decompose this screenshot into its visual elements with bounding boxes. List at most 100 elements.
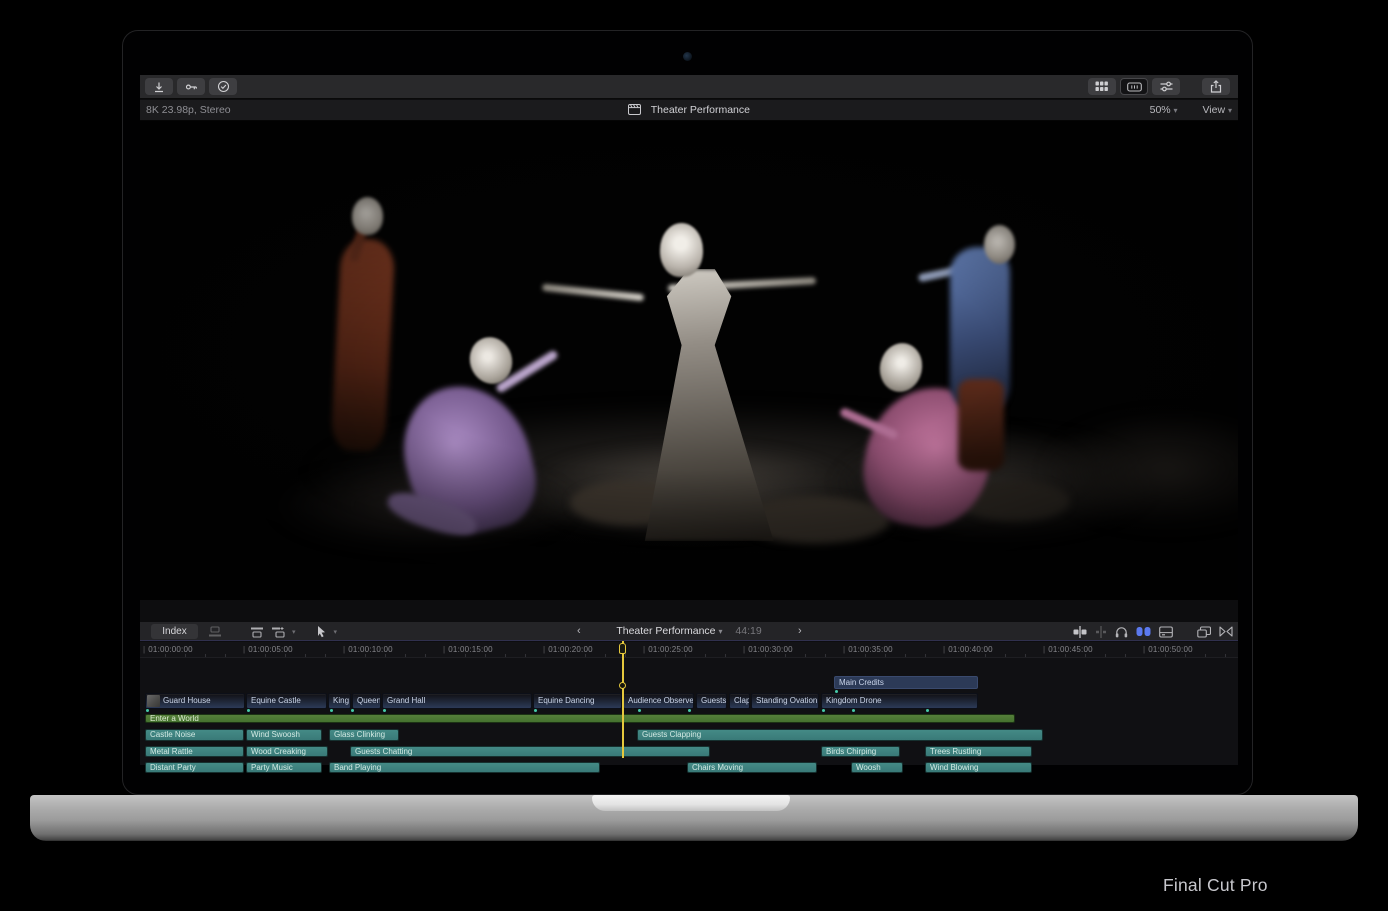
timeline-clip[interactable]: Birds Chirping <box>821 746 900 757</box>
product-caption: Final Cut Pro <box>1163 875 1268 896</box>
timeline-clip[interactable]: Wind Swoosh <box>246 729 322 741</box>
share-button[interactable] <box>1202 78 1230 95</box>
ruler-minor-tick <box>525 654 526 657</box>
playhead[interactable] <box>622 641 624 758</box>
timeline-clip[interactable]: Queen <box>352 693 381 709</box>
ruler-minor-tick <box>425 654 426 657</box>
chevron-down-icon: ▾ <box>1228 106 1232 115</box>
ruler-tick-label: |01:00:10:00 <box>343 645 393 654</box>
timeline-clip[interactable]: King <box>328 693 351 709</box>
clip-appearance-icon[interactable] <box>1159 626 1173 638</box>
timeline-clip[interactable]: Chairs Moving <box>687 762 817 773</box>
timeline-clip[interactable]: Guests Chatting <box>350 746 710 757</box>
viewer-info-bar: 8K 23.98p, Stereo Theater Performance 50… <box>140 100 1238 121</box>
timeline-windows-icon[interactable] <box>1197 626 1211 638</box>
chevron-down-icon: ▾ <box>1174 106 1178 115</box>
clip-connection-dot <box>926 709 929 712</box>
clip-connection-dot <box>835 690 838 693</box>
ruler-minor-tick <box>625 654 626 657</box>
import-media-icon <box>153 81 165 93</box>
clip-connection-dot <box>688 709 691 712</box>
ruler-minor-tick <box>205 654 206 657</box>
skimming-icon[interactable] <box>1073 626 1087 638</box>
timeline-clip[interactable]: Band Playing <box>329 762 600 773</box>
clapperboard-icon <box>628 104 641 115</box>
timeline-clip[interactable]: Distant Party <box>145 762 244 773</box>
background-tasks-button[interactable] <box>209 78 237 95</box>
project-duration: 44:19 <box>735 625 761 637</box>
timeline-clip[interactable]: Audience Observe <box>623 693 694 709</box>
playhead-storyline-node[interactable] <box>619 682 626 689</box>
zoom-level-dropdown[interactable]: 50% ▾ <box>1150 104 1178 116</box>
ruler-minor-tick <box>785 654 786 657</box>
timeline-clip[interactable]: Equine Dancing <box>533 693 622 709</box>
timeline-clip[interactable]: Castle Noise <box>145 729 244 741</box>
clip-connection-dot <box>146 709 149 712</box>
snapping-icon[interactable] <box>1136 626 1151 637</box>
webcam-icon <box>683 52 692 61</box>
trim-icon[interactable] <box>1219 626 1233 637</box>
ruler-tick-label: |01:00:05:00 <box>243 645 293 654</box>
ruler-minor-tick <box>1025 654 1026 657</box>
timeline-clip[interactable]: Grand Hall <box>382 693 532 709</box>
timeline-clip[interactable]: Clap <box>729 693 750 709</box>
browser-filmstrip-icon <box>1127 82 1142 92</box>
ruler-tick-label: |01:00:00:00 <box>143 645 193 654</box>
view-dropdown[interactable]: View ▾ <box>1202 104 1232 116</box>
timeline-clip[interactable]: Equine Castle <box>246 693 327 709</box>
clip-connection-dot <box>247 709 250 712</box>
timeline-clip[interactable]: Glass Clinking <box>329 729 399 741</box>
browser-grid-view-button[interactable] <box>1088 78 1116 95</box>
ruler-minor-tick <box>705 654 706 657</box>
timeline-clip[interactable]: Guests Clapping <box>637 729 1043 741</box>
ruler-minor-tick <box>765 654 766 657</box>
clip-thumbnail <box>147 695 160 707</box>
clip-connection-dot <box>330 709 333 712</box>
ruler-minor-tick <box>685 654 686 657</box>
import-media-button[interactable] <box>145 78 173 95</box>
ruler-minor-tick <box>725 654 726 657</box>
ruler-minor-tick <box>565 654 566 657</box>
timeline-clip[interactable]: Party Music <box>246 762 322 773</box>
timeline-clip[interactable]: Wind Blowing <box>925 762 1032 773</box>
ruler-minor-tick <box>405 654 406 657</box>
inspector-button[interactable] <box>1152 78 1180 95</box>
viewer-canvas: ▾ ▾ ▾ ▶ 01:00:23:14 <box>140 121 1238 600</box>
browser-filmstrip-view-button[interactable] <box>1120 78 1148 95</box>
timeline-clip[interactable]: Kingdom Drone <box>821 693 978 709</box>
timeline-clip[interactable]: Woosh <box>851 762 903 773</box>
ruler-minor-tick <box>1185 654 1186 657</box>
timeline-ruler[interactable]: |01:00:00:00 |01:00:05:00 |01:00:10:00 |01:… <box>140 642 1238 658</box>
clip-connection-dot <box>383 709 386 712</box>
final-cut-pro-window: 8K 23.98p, Stereo Theater Performance 50… <box>140 75 1238 765</box>
timeline-clip[interactable]: Enter a World <box>145 714 1015 723</box>
ruler-tick-label: |01:00:30:00 <box>743 645 793 654</box>
timeline-toolbar: Index ▾ ▾ ‹ Theater Performance ▾ 44:19 … <box>140 622 1238 641</box>
audio-skimming-icon[interactable] <box>1095 626 1107 638</box>
ruler-minor-tick <box>825 654 826 657</box>
ruler-tick-label: |01:00:20:00 <box>543 645 593 654</box>
ruler-minor-tick <box>865 654 866 657</box>
ruler-minor-tick <box>1105 654 1106 657</box>
ruler-minor-tick <box>385 654 386 657</box>
keyword-icon <box>185 81 198 93</box>
timeline-clip[interactable]: Wood Creaking <box>246 746 328 757</box>
macbook-lid-notch <box>592 795 790 811</box>
timeline-clip[interactable]: Guard House <box>145 693 245 709</box>
timeline-forward-button[interactable]: › <box>798 625 802 637</box>
inspector-sliders-icon <box>1160 81 1173 92</box>
timeline-clip[interactable]: Metal Rattle <box>145 746 244 757</box>
ruler-minor-tick <box>285 654 286 657</box>
clip-connection-dot <box>534 709 537 712</box>
clip-connection-dot <box>638 709 641 712</box>
keyword-button[interactable] <box>177 78 205 95</box>
ruler-minor-tick <box>325 654 326 657</box>
timeline-clip[interactable]: Standing Ovation <box>751 693 819 709</box>
timeline-clip[interactable]: Trees Rustling <box>925 746 1032 757</box>
playhead-handle[interactable] <box>619 643 626 654</box>
solo-headphones-icon[interactable] <box>1115 626 1128 638</box>
ruler-tick-label: |01:00:25:00 <box>643 645 693 654</box>
ruler-minor-tick <box>985 654 986 657</box>
timeline-clip[interactable]: Main Credits <box>834 676 978 689</box>
timeline-clip[interactable]: Guests <box>696 693 727 709</box>
